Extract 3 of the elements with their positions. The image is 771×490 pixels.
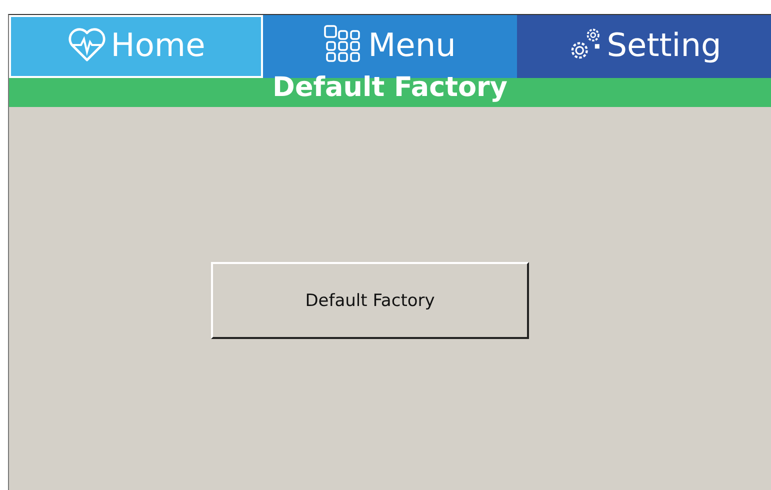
nav-tab[interactable]: Setting: [517, 15, 771, 78]
heart-pulse-icon: [66, 26, 107, 62]
default-factory-button[interactable]: Default Factory: [211, 262, 529, 339]
